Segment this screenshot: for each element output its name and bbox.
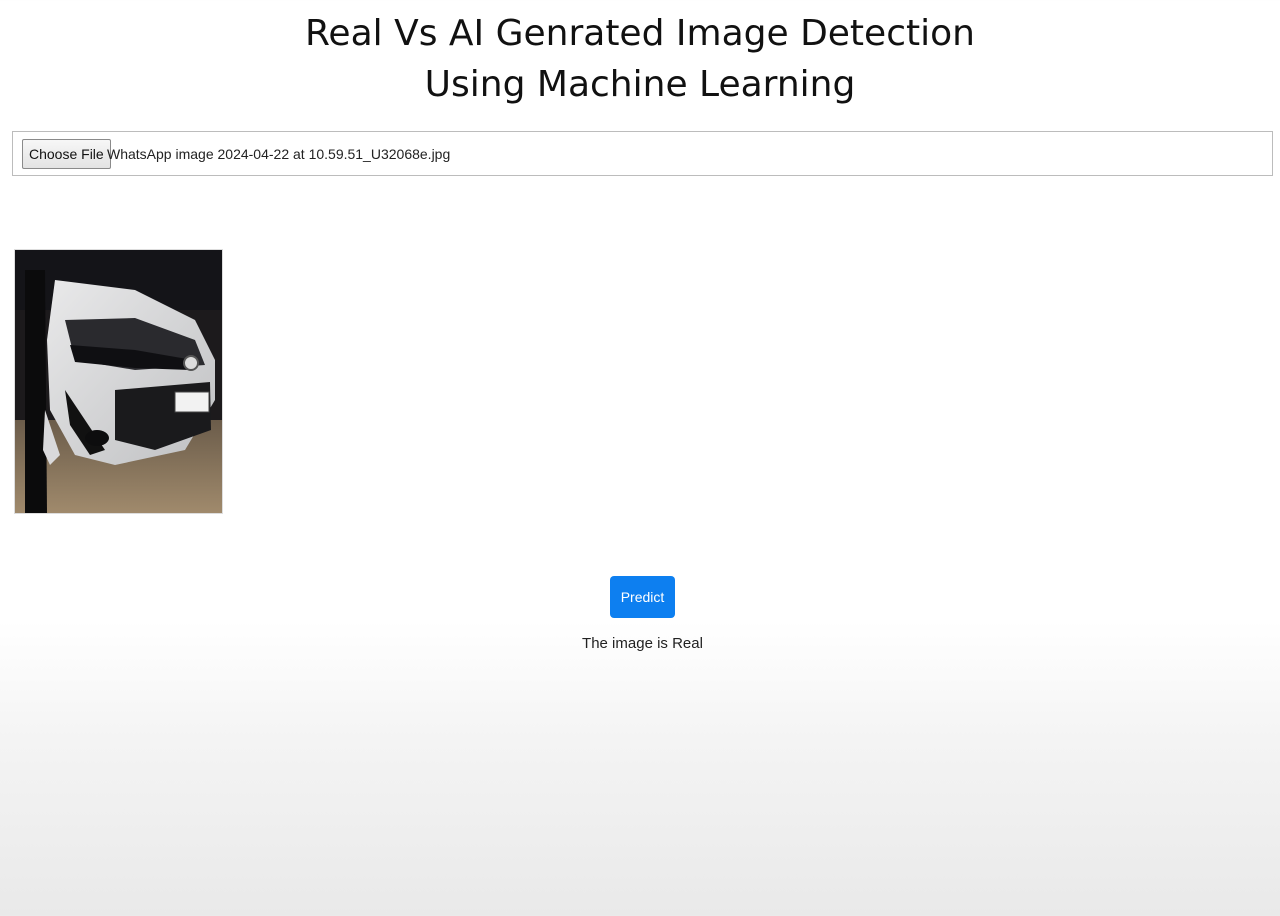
- selected-file-name: WhatsApp image 2024-04-22 at 10.59.51_U3…: [107, 146, 451, 162]
- page-title: Real Vs AI Genrated Image Detection Usin…: [0, 8, 1280, 110]
- page-title-line-1: Real Vs AI Genrated Image Detection: [305, 13, 975, 54]
- choose-file-button[interactable]: Choose File: [22, 139, 111, 169]
- prediction-result: The image is Real: [582, 635, 703, 652]
- page-title-line-2: Using Machine Learning: [424, 64, 856, 105]
- car-photo-icon: [15, 250, 222, 513]
- predict-button[interactable]: Predict: [610, 576, 675, 618]
- uploaded-image-preview: [15, 250, 222, 513]
- file-upload-field[interactable]: Choose File WhatsApp image 2024-04-22 at…: [12, 131, 1273, 176]
